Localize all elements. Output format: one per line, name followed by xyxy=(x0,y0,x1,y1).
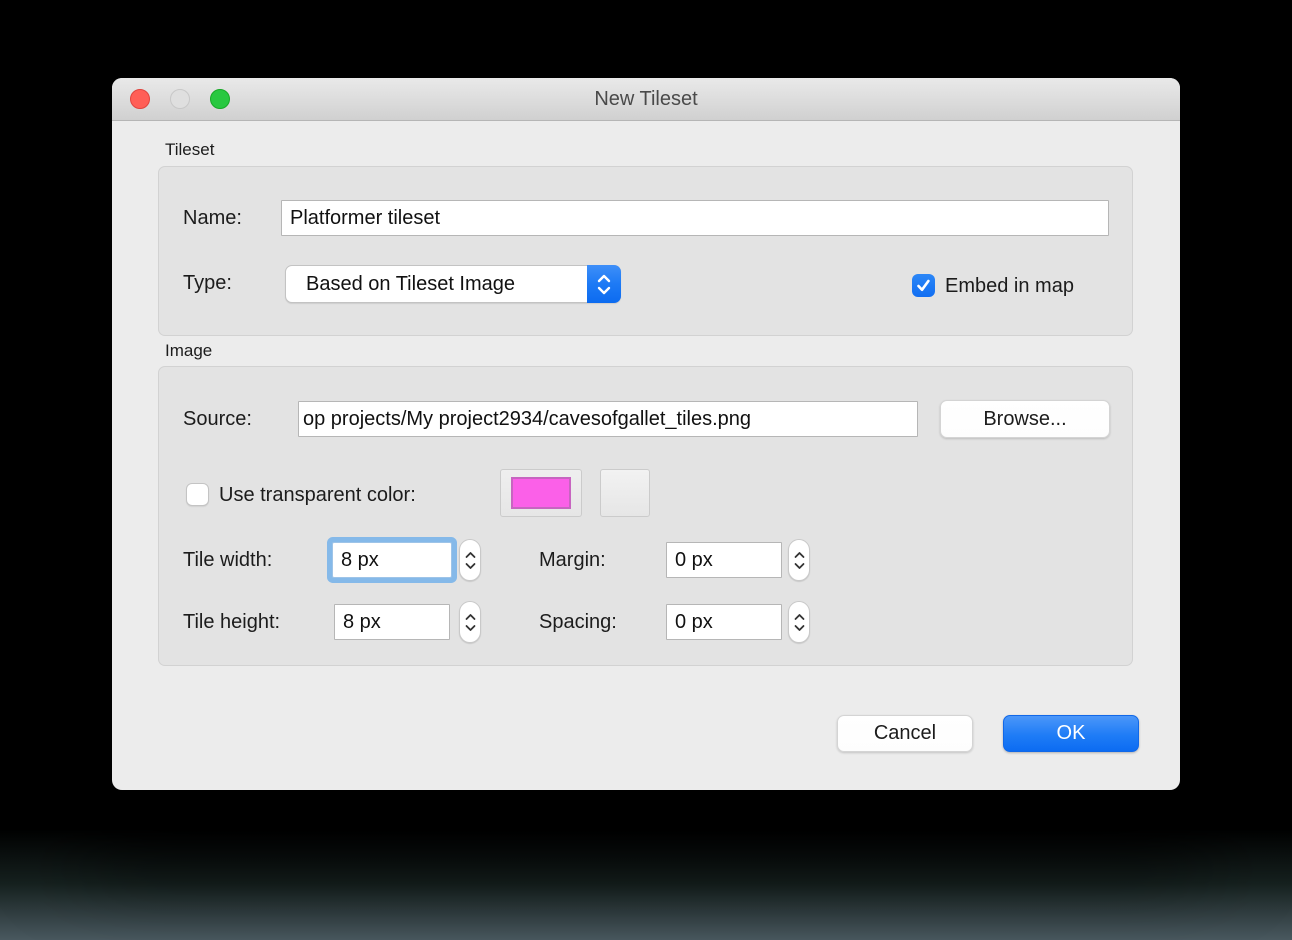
cancel-button[interactable]: Cancel xyxy=(837,715,973,752)
tile-height-stepper[interactable] xyxy=(459,601,481,643)
tile-height-label: Tile height: xyxy=(183,604,280,640)
margin-stepper[interactable] xyxy=(788,539,810,581)
margin-label: Margin: xyxy=(539,542,606,578)
embed-in-map-label: Embed in map xyxy=(945,274,1074,297)
source-input[interactable] xyxy=(298,401,918,437)
stepper-up-icon xyxy=(464,551,477,559)
window-title: New Tileset xyxy=(112,78,1180,121)
name-label: Name: xyxy=(183,200,242,236)
tileset-section-label: Tileset xyxy=(165,140,214,160)
type-dropdown[interactable]: Based on Tileset Image xyxy=(285,265,621,303)
spacing-stepper[interactable] xyxy=(788,601,810,643)
titlebar[interactable]: New Tileset xyxy=(112,78,1180,121)
stepper-up-icon xyxy=(793,613,806,621)
color-swatch xyxy=(511,477,571,509)
stepper-down-icon xyxy=(464,624,477,632)
stepper-down-icon xyxy=(464,562,477,570)
tileset-groupbox: Name: Type: Based on Tileset Image Embed… xyxy=(158,166,1133,336)
spacing-label: Spacing: xyxy=(539,604,617,640)
pick-color-button[interactable] xyxy=(600,469,650,517)
stepper-up-icon xyxy=(464,613,477,621)
browse-button[interactable]: Browse... xyxy=(940,400,1110,438)
use-transparent-color-checkbox[interactable] xyxy=(186,483,209,506)
tile-width-stepper[interactable] xyxy=(459,539,481,581)
image-section-label: Image xyxy=(165,341,212,361)
name-input[interactable] xyxy=(281,200,1109,236)
new-tileset-dialog: New Tileset Tileset Name: Type: Based on… xyxy=(112,78,1180,790)
type-dropdown-value: Based on Tileset Image xyxy=(286,273,587,296)
tile-width-label: Tile width: xyxy=(183,542,272,578)
stepper-down-icon xyxy=(793,624,806,632)
checkmark-icon xyxy=(915,277,932,294)
stepper-up-icon xyxy=(793,551,806,559)
embed-in-map-checkbox[interactable] xyxy=(912,274,935,297)
type-label: Type: xyxy=(183,265,232,301)
dropdown-chevrons-icon xyxy=(587,265,621,303)
stepper-down-icon xyxy=(793,562,806,570)
source-label: Source: xyxy=(183,401,252,437)
use-transparent-color-label: Use transparent color: xyxy=(219,483,416,506)
image-groupbox: Source: Browse... Use transparent color:… xyxy=(158,366,1133,666)
transparent-color-swatch-button[interactable] xyxy=(500,469,582,517)
tile-height-input[interactable] xyxy=(334,604,450,640)
ok-button[interactable]: OK xyxy=(1003,715,1139,752)
spacing-input[interactable] xyxy=(666,604,782,640)
margin-input[interactable] xyxy=(666,542,782,578)
tile-width-input[interactable] xyxy=(332,542,452,578)
